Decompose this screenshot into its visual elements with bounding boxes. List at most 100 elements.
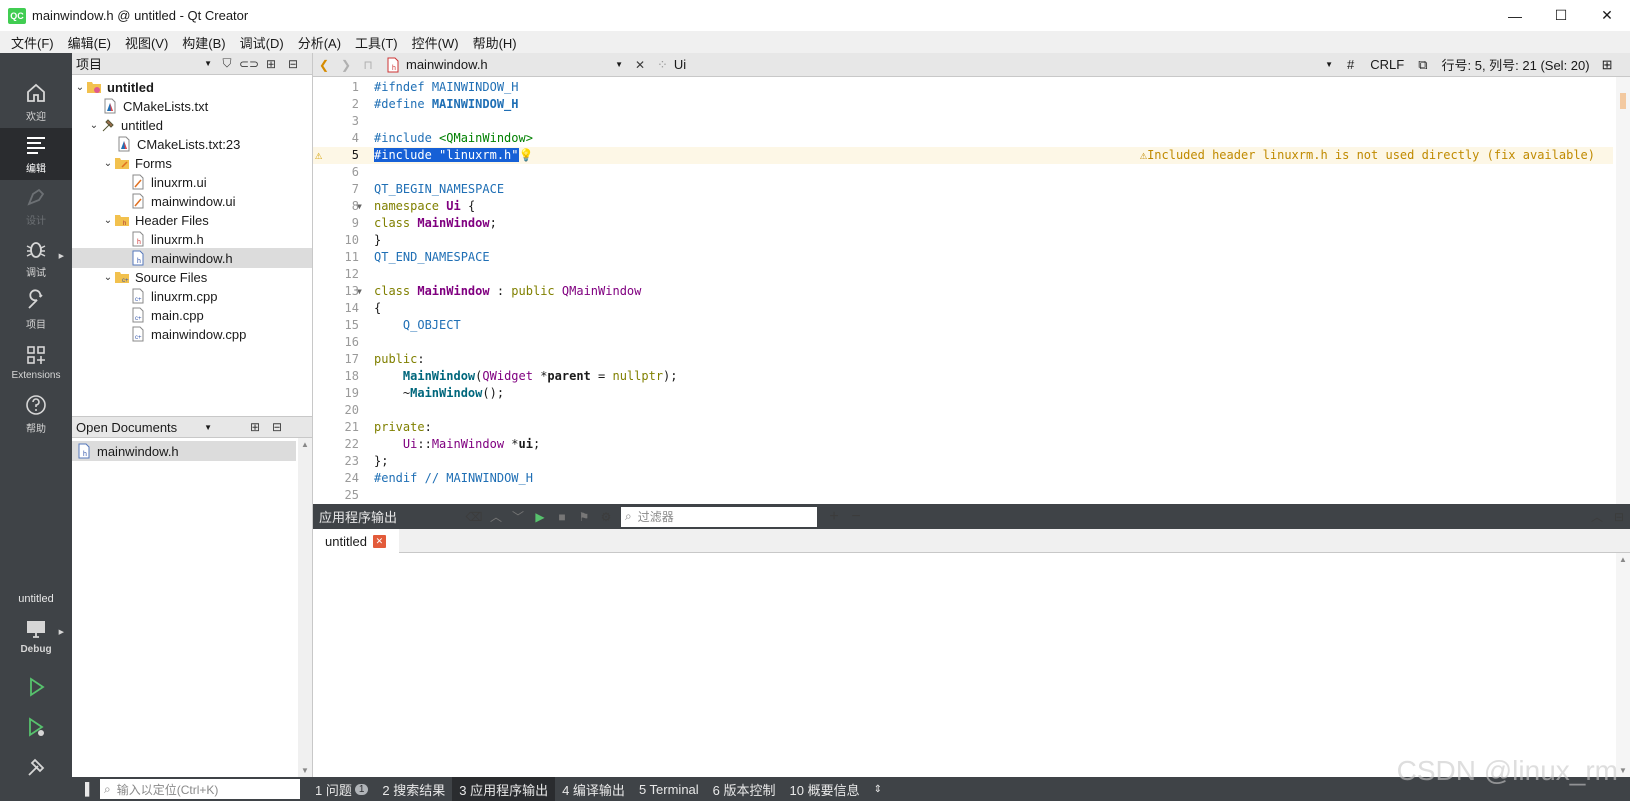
chevron-down-icon[interactable]: ⌄ [102, 158, 114, 169]
debug-run-button[interactable] [0, 708, 72, 748]
menu-analyze[interactable]: 分析(A) [291, 33, 348, 52]
tree-item-linuxrm-ui[interactable]: linuxrm.ui [72, 172, 312, 192]
symbol-combo[interactable]: ⁘ Ui ▼ [651, 57, 1339, 73]
scroll-up-icon[interactable]: ▲ [301, 440, 309, 449]
close-panel-icon[interactable]: ⊟ [266, 416, 288, 438]
menu-widgets[interactable]: 控件(W) [405, 33, 466, 52]
scroll-down-icon[interactable]: ▼ [301, 766, 309, 775]
split-icon[interactable]: ⊞ [244, 416, 266, 438]
clear-output-icon[interactable]: ⌫ [463, 506, 485, 528]
fold-arrow-icon[interactable]: ▼ [357, 198, 362, 215]
mode-projects[interactable]: 项目 [0, 284, 72, 336]
tab-search-results[interactable]: 2 搜索结果 [375, 777, 452, 801]
lightbulb-icon[interactable]: 💡 [519, 148, 534, 162]
fold-arrow-icon[interactable]: ▼ [357, 283, 362, 300]
code-line: 24 #endif // MAINWINDOW_H [313, 470, 1613, 487]
locator-input[interactable]: ⌕ 输入以定位(Ctrl+K) [100, 779, 300, 799]
attach-debugger-icon[interactable]: ⚑ [573, 506, 595, 528]
filter-icon[interactable]: ⛉ [216, 53, 238, 75]
kit-selector[interactable]: Debug ▶ [0, 608, 72, 664]
tab-terminal[interactable]: 5 Terminal [632, 777, 706, 801]
editor-scrollbar[interactable] [1616, 77, 1630, 504]
tree-item-main-cpp[interactable]: c+ main.cpp [72, 305, 312, 325]
close-pane-icon[interactable]: ⊟ [1608, 506, 1630, 528]
zoom-in-icon[interactable]: + [823, 506, 845, 528]
maximize-pane-icon[interactable]: ︿ [1586, 506, 1608, 528]
tree-item-linuxrm-cpp[interactable]: c+ linuxrm.cpp [72, 286, 312, 306]
scroll-down-icon[interactable]: ▼ [1619, 766, 1627, 775]
tree-item-target-untitled[interactable]: ⌄ untitled [72, 115, 312, 135]
tree-item-cmakelists[interactable]: CMakeLists.txt [72, 96, 312, 116]
tree-item-mainwindow-h[interactable]: h mainwindow.h [72, 248, 312, 268]
mode-welcome[interactable]: 欢迎 [0, 76, 72, 128]
more-tabs-icon[interactable]: ⇕ [867, 777, 889, 801]
tree-item-mainwindow-ui[interactable]: mainwindow.ui [72, 191, 312, 211]
tree-item-linuxrm-h[interactable]: h linuxrm.h [72, 229, 312, 249]
tab-issues[interactable]: 1 问题 1 [308, 777, 375, 801]
zoom-out-icon[interactable]: − [845, 506, 867, 528]
maximize-button[interactable]: ☐ [1538, 0, 1584, 31]
split-icon[interactable]: ⊞ [1598, 57, 1617, 73]
rerun-icon[interactable]: ▶ [529, 506, 551, 528]
cursor-position[interactable]: 行号: 5, 列号: 21 (Sel: 20) [1433, 55, 1597, 74]
run-button[interactable] [0, 668, 72, 708]
menu-build[interactable]: 构建(B) [175, 33, 232, 52]
tab-compile-output[interactable]: 4 编译输出 [555, 777, 632, 801]
back-arrow-icon[interactable]: ❮ [313, 54, 335, 76]
forward-arrow-icon[interactable]: ❯ [335, 54, 357, 76]
tab-application-output[interactable]: 3 应用程序输出 [452, 777, 556, 801]
close-document-icon[interactable]: ✕ [629, 54, 651, 76]
warning-icon[interactable]: ⚠ [315, 147, 322, 164]
tree-item-cmakelists-23[interactable]: CMakeLists.txt:23 [72, 134, 312, 154]
open-documents-scrollbar[interactable]: ▲ ▼ [298, 438, 312, 777]
document-combo[interactable]: h mainwindow.h ▼ [379, 57, 629, 73]
mode-debug[interactable]: 调试 ▶ [0, 232, 72, 284]
menu-help[interactable]: 帮助(H) [466, 33, 524, 52]
chevron-down-icon[interactable]: ⌄ [102, 215, 114, 226]
mode-help[interactable]: 帮助 [0, 388, 72, 440]
tree-item-source-files[interactable]: ⌄ c+ Source Files [72, 267, 312, 287]
chevron-down-icon[interactable]: ⌄ [88, 120, 100, 131]
open-document-item[interactable]: h mainwindow.h [72, 441, 296, 461]
encoding-icon[interactable]: ⧉ [1412, 57, 1433, 73]
menu-debug[interactable]: 调试(D) [233, 33, 291, 52]
menu-file[interactable]: 文件(F) [4, 33, 61, 52]
mode-edit[interactable]: 编辑 [0, 128, 72, 180]
settings-gear-icon[interactable]: ⚙ [595, 506, 617, 528]
tab-version-control[interactable]: 6 版本控制 [706, 777, 783, 801]
output-filter-input[interactable]: ⌕ 过滤器 [621, 506, 817, 527]
link-icon[interactable]: ⊂⊃ [238, 53, 260, 75]
tab-general-messages[interactable]: 10 概要信息 [783, 777, 867, 801]
project-view-combo[interactable]: 项目 ▼ [76, 54, 216, 73]
menu-edit[interactable]: 编辑(E) [61, 33, 118, 52]
tree-item-mainwindow-cpp[interactable]: c+ mainwindow.cpp [72, 324, 312, 344]
code-line: 14{ [313, 300, 1613, 317]
close-button[interactable]: ✕ [1584, 0, 1630, 31]
prev-item-icon[interactable]: ︿ [485, 506, 507, 528]
tree-item-forms[interactable]: ⌄ Forms [72, 153, 312, 173]
mode-extensions[interactable]: Extensions [0, 336, 72, 388]
minimize-button[interactable]: — [1492, 0, 1538, 31]
tree-item-project-untitled[interactable]: ⌄ untitled [72, 77, 312, 97]
split-icon[interactable]: ⊞ [260, 53, 282, 75]
application-output-area[interactable]: ▲ ▼ [313, 553, 1630, 777]
svg-text:h: h [137, 239, 141, 246]
close-panel-icon[interactable]: ⊟ [282, 53, 304, 75]
line-ending-button[interactable]: CRLF [1362, 57, 1412, 72]
menu-tools[interactable]: 工具(T) [348, 33, 405, 52]
tree-item-header-files[interactable]: ⌄ h Header Files [72, 210, 312, 230]
scroll-up-icon[interactable]: ▲ [1619, 555, 1627, 564]
stop-icon[interactable]: ■ [551, 506, 573, 528]
chevron-down-icon[interactable]: ⌄ [74, 82, 86, 93]
next-item-icon[interactable]: ﹀ [507, 506, 529, 528]
mode-design[interactable]: 设计 [0, 180, 72, 232]
hash-button[interactable]: # [1339, 57, 1362, 72]
toggle-sidebar-icon[interactable]: ▐ [74, 778, 96, 800]
output-tab-untitled[interactable]: untitled ✕ [313, 529, 399, 553]
code-editor[interactable]: 1 #ifndef MAINWINDOW_H 2 #define MAINWINDO… [313, 77, 1630, 504]
chevron-down-icon[interactable]: ⌄ [102, 272, 114, 283]
menu-view[interactable]: 视图(V) [118, 33, 175, 52]
tab-close-icon[interactable]: ✕ [372, 534, 386, 548]
output-scrollbar[interactable]: ▲ ▼ [1616, 553, 1630, 777]
open-documents-combo[interactable]: Open Documents ▼ [76, 420, 216, 435]
